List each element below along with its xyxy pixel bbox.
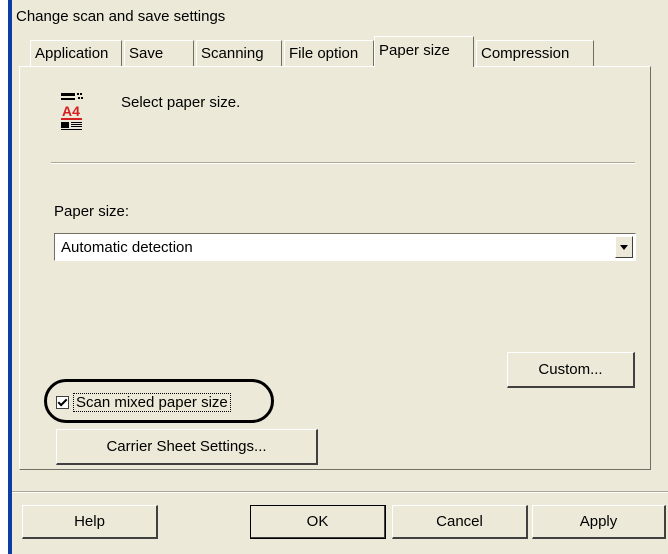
a4-paper-icon: A4 (61, 93, 83, 130)
paper-size-label: Paper size: (54, 203, 130, 220)
separator-highlight (51, 163, 635, 164)
help-button[interactable]: Help (22, 505, 158, 539)
scan-mixed-label[interactable]: Scan mixed paper size (73, 393, 231, 412)
dialog-title: Change scan and save settings (16, 8, 226, 25)
carrier-sheet-settings-button[interactable]: Carrier Sheet Settings... (56, 429, 318, 465)
tab-file-option[interactable]: File option (284, 40, 374, 66)
custom-button[interactable]: Custom... (507, 352, 635, 388)
paper-size-value: Automatic detection (61, 239, 193, 256)
tab-scanning[interactable]: Scanning (196, 40, 282, 66)
panel-header-text: Select paper size. (121, 94, 241, 111)
paper-size-select[interactable]: Automatic detection (54, 233, 636, 261)
scan-mixed-checkbox-row[interactable]: Scan mixed paper size (56, 393, 231, 412)
apply-button[interactable]: Apply (532, 505, 666, 539)
tab-save[interactable]: Save (124, 40, 194, 66)
cancel-button[interactable]: Cancel (392, 505, 528, 539)
svg-text:A4: A4 (62, 103, 80, 119)
ok-button[interactable]: OK (250, 505, 386, 539)
tab-paper-size[interactable]: Paper size (374, 36, 474, 67)
footer-separator-highlight (12, 492, 668, 493)
dropdown-button[interactable] (615, 236, 633, 258)
scan-mixed-checkbox[interactable] (56, 396, 69, 409)
window-edge (8, 0, 12, 554)
chevron-down-icon (620, 244, 628, 250)
tab-application[interactable]: Application (30, 40, 122, 66)
tab-compression[interactable]: Compression (476, 40, 594, 66)
